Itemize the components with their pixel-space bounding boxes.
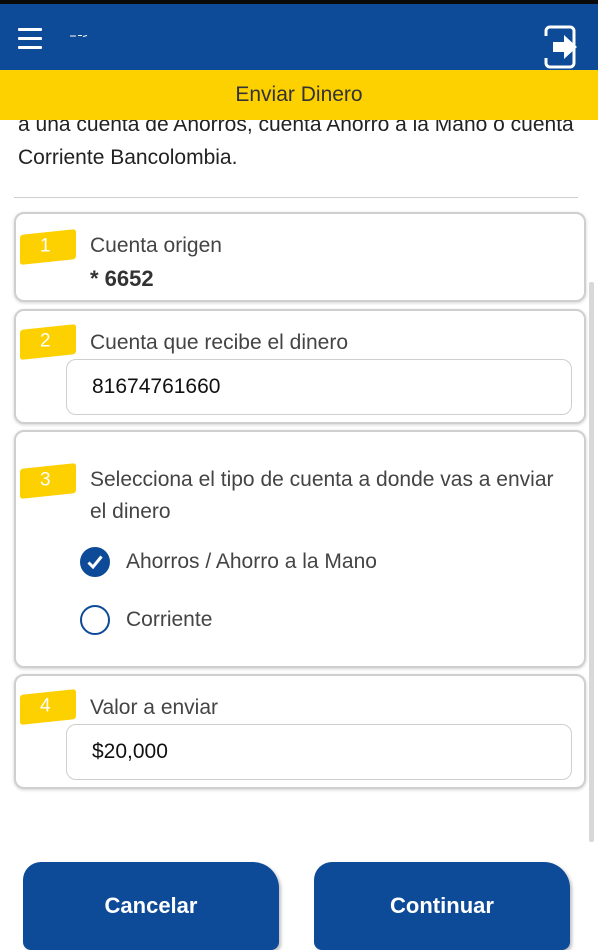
step-1-badge: 1 (20, 229, 76, 265)
cancel-button[interactable]: Cancelar (23, 862, 279, 950)
account-type-option-label: Ahorros / Ahorro a la Mano (126, 550, 377, 573)
account-type-option-label: Corriente (126, 608, 213, 631)
account-type-label: Selecciona el tipo de cuenta a donde vas… (90, 468, 554, 523)
step-3-card: 3 Selecciona el tipo de cuenta a donde v… (14, 430, 586, 668)
page-title: Enviar Dinero (235, 83, 363, 106)
account-type-option-ahorros[interactable]: Ahorros / Ahorro a la Mano (80, 546, 377, 578)
screen-title-bar: Enviar Dinero (0, 70, 598, 120)
source-account-value: * 6652 (90, 266, 154, 291)
source-account-label: Cuenta origen (90, 234, 222, 257)
continue-button[interactable]: Continuar (314, 862, 570, 950)
step-2-card: 2 Cuenta que recibe el dinero 8167476166… (14, 309, 586, 424)
step-4-badge: 4 (20, 689, 76, 725)
destination-account-input[interactable]: 81674761660 (66, 359, 572, 415)
hamburger-menu-icon[interactable] (18, 28, 42, 50)
step-1-card: 1 Cuenta origen * 6652 (14, 212, 586, 302)
amount-input[interactable]: $20,000 (66, 724, 572, 780)
radio-checked-icon[interactable] (80, 547, 110, 577)
step-4-card: 4 Valor a enviar $20,000 (14, 674, 586, 789)
logout-icon[interactable] (544, 24, 580, 70)
destination-account-label: Cuenta que recibe el dinero (90, 331, 349, 354)
divider (14, 197, 578, 198)
account-type-option-corriente[interactable]: Corriente (80, 604, 212, 636)
amount-label: Valor a enviar (90, 696, 219, 719)
brand-logo-icon (70, 35, 88, 37)
step-2-badge: 2 (20, 324, 76, 360)
scrollbar[interactable] (589, 282, 594, 842)
step-3-badge: 3 (20, 463, 76, 499)
top-app-bar (0, 0, 598, 70)
radio-unchecked-icon[interactable] (80, 605, 110, 635)
